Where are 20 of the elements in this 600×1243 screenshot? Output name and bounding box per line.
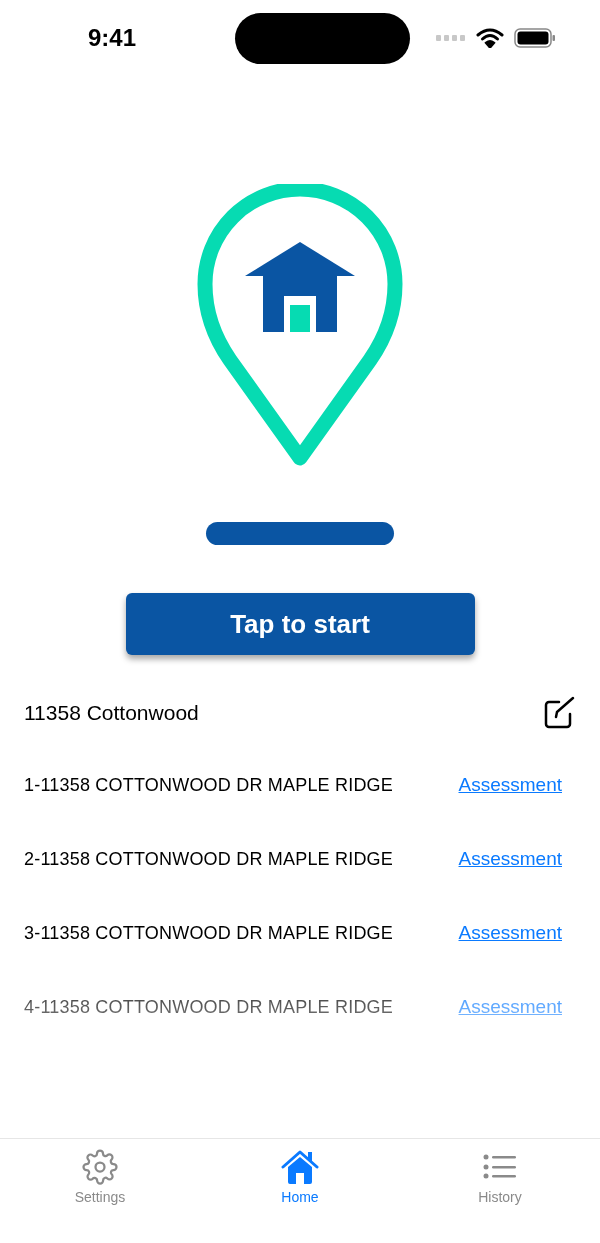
address-text: 1-11358 COTTONWOOD DR MAPLE RIDGE	[24, 774, 393, 796]
edit-icon[interactable]	[542, 696, 576, 730]
battery-icon	[514, 28, 556, 48]
home-icon	[281, 1149, 319, 1185]
settings-icon	[82, 1149, 118, 1185]
address-text: 3-11358 COTTONWOOD DR MAPLE RIDGE	[24, 922, 393, 944]
wifi-icon	[476, 28, 504, 48]
assessment-link[interactable]: Assessment	[458, 774, 562, 796]
address-text: 2-11358 COTTONWOOD DR MAPLE RIDGE	[24, 848, 393, 870]
assessment-link[interactable]: Assessment	[458, 996, 562, 1018]
tab-bar-item[interactable]: Settings	[0, 1149, 200, 1243]
signal-icon	[436, 35, 466, 41]
status-time: 9:41	[88, 24, 138, 52]
assessment-link[interactable]: Assessment	[458, 848, 562, 870]
assessment-link[interactable]: Assessment	[458, 922, 562, 944]
tab-bar-item[interactable]: Home	[200, 1149, 400, 1243]
start-button[interactable]: Tap to start	[125, 593, 475, 655]
address-title: 11358 Cottonwood	[24, 701, 199, 725]
tab-bar-item[interactable]: History	[400, 1149, 600, 1243]
address-text: 4-11358 COTTONWOOD DR MAPLE RIDGE	[24, 996, 393, 1018]
